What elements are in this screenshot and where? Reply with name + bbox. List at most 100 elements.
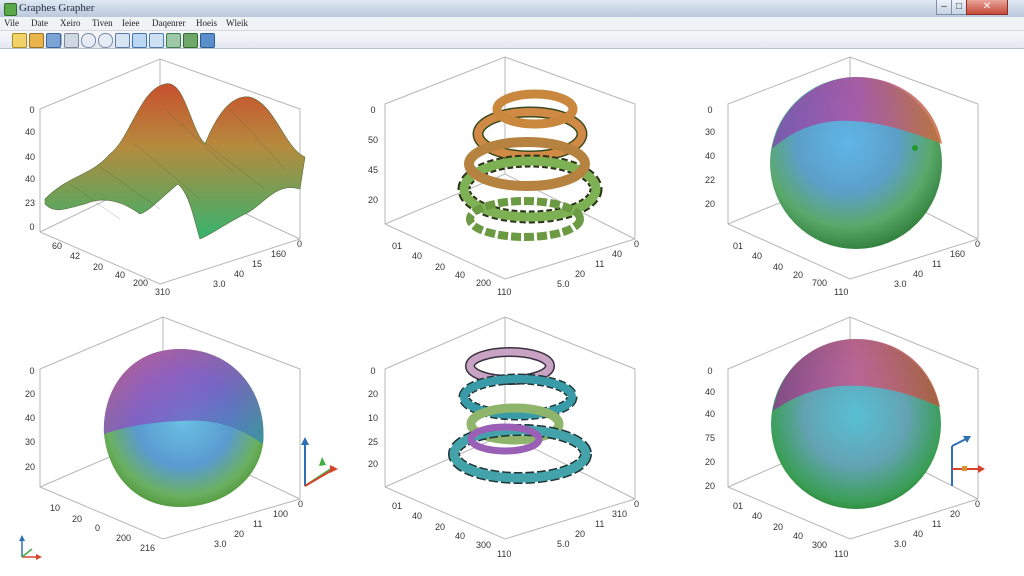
plot4-right-tick: 100 [273,509,288,519]
helix-coils [457,89,603,241]
plot4-right-tick: 3.0 [214,539,227,549]
save-icon[interactable] [46,33,61,48]
plot3-z-tick: 22 [705,175,715,185]
plot1-left-tick: 60 [52,241,62,251]
menu-view[interactable]: Xeiro [60,18,81,28]
plot2-left-tick: 40 [412,251,422,261]
plot2-right-tick: 20 [575,269,585,279]
plot1-right-tick: 0 [297,239,302,249]
plot5-left-tick: 110 [497,549,511,559]
plot5-right-tick: 5.0 [557,539,570,549]
plot1-right-tick: 15 [252,259,262,269]
helix-plot-top[interactable]: 0 50 45 20 01 40 20 40 200 110 0 40 11 2… [368,56,639,297]
plot6-z-tick: 75 [705,433,715,443]
plot5-z-tick: 10 [368,413,378,423]
menu-edit[interactable]: Date [31,18,48,28]
sphere-marker[interactable] [912,145,918,151]
plot1-left-tick: 42 [70,251,80,261]
close-button[interactable]: ✕ [966,0,1008,15]
plot2-right-tick: 0 [634,239,639,249]
plot5-left-tick: 01 [392,501,402,511]
plot1-left-tick: 20 [93,262,103,272]
plot6-right-tick: 20 [950,509,960,519]
title-bar[interactable]: Graphes Grapher – □ ✕ [0,0,1024,18]
plots-canvas[interactable]: 0 40 40 40 23 0 60 42 20 40 200 310 0 16… [0,49,1024,576]
plot5-left-tick: 40 [412,511,422,521]
plot3-z-tick: 40 [705,151,715,161]
rotate-icon[interactable] [132,33,147,48]
toolbar-separator [61,34,62,45]
plot2-left-tick: 01 [392,241,402,251]
axis-triad-icon [301,437,338,487]
menu-tools[interactable]: Hoeis [196,18,217,28]
sphere-plot-top-right[interactable]: 0 30 40 22 20 01 40 40 20 700 110 0 160 … [705,56,980,297]
pointer-tool-icon[interactable] [12,33,27,48]
plot1-z-tick: 40 [25,127,35,137]
zoom-in-icon[interactable] [81,33,96,48]
plot-area[interactable]: 0 40 40 40 23 0 60 42 20 40 200 310 0 16… [0,49,1024,576]
plot6-left-tick: 40 [793,531,803,541]
export-image-icon[interactable] [166,33,181,48]
maximize-button[interactable]: □ [951,0,967,15]
plot1-z-tick: 40 [25,152,35,162]
plot4-z-tick: 20 [25,462,35,472]
peaks-surface [44,83,306,240]
plot1-left-tick: 310 [155,287,170,297]
plot4-left-tick: 0 [95,523,100,533]
menu-bar: Vile Date Xeiro Tiven Ieiee Daqenrer Hoe… [0,17,1024,31]
menu-insert[interactable]: Tiven [92,18,113,28]
plot3-left-tick: 40 [773,262,783,272]
sphere-plot-bottom-right[interactable]: 0 40 40 75 20 20 01 40 20 40 300 110 0 2… [705,316,985,559]
plot5-left-tick: 300 [476,540,491,550]
plot5-z-tick: 20 [368,459,378,469]
helix-coils [448,347,592,484]
print-icon[interactable] [64,33,79,48]
plot4-right-tick: 0 [298,499,303,509]
plot6-left-tick: 40 [752,511,762,521]
plot1-right-tick: 3.0 [213,279,226,289]
plot6-right-tick: 0 [975,499,980,509]
plot3-left-tick: 700 [812,278,827,288]
plot6-z-tick: 0 [707,366,712,376]
plot3-left-tick: 110 [834,287,848,297]
menu-window[interactable]: Wleik [226,18,248,28]
plot3-z-tick: 0 [707,105,712,115]
plot1-z-tick: 23 [25,198,35,208]
menu-format[interactable]: Ieiee [122,18,139,28]
menu-graph[interactable]: Daqenrer [152,18,185,28]
peaks-surface-plot[interactable]: 0 40 40 40 23 0 60 42 20 40 200 310 0 16… [25,58,306,297]
plot2-left-tick: 40 [455,270,465,280]
plot5-right-tick: 0 [634,499,639,509]
zoom-out-icon[interactable] [98,33,113,48]
plot5-right-tick: 20 [575,529,585,539]
plot1-z-tick: 0 [29,105,34,115]
open-folder-icon[interactable] [29,33,44,48]
plot6-right-tick: 11 [932,519,941,529]
plot4-z-tick: 0 [29,366,34,376]
plot1-left-tick: 200 [133,278,148,288]
minimize-button[interactable]: – [936,0,952,15]
menu-file[interactable]: Vile [4,18,19,28]
plot6-right-tick: 40 [913,529,923,539]
view-3d-icon[interactable] [200,33,215,48]
axis-triad-icon [951,436,985,486]
plot2-left-tick: 20 [435,262,445,272]
helix-plot-bottom[interactable]: 0 20 10 25 20 01 40 20 40 300 110 0 310 … [368,316,639,559]
sphere-plot-bottom-left[interactable]: 0 20 40 30 20 10 20 0 200 216 0 100 11 2… [19,316,338,560]
plot5-z-tick: 0 [370,366,375,376]
plot2-right-tick: 11 [595,259,604,269]
plot3-z-tick: 20 [705,199,715,209]
plot5-right-tick: 310 [612,509,627,519]
chart-icon[interactable] [183,33,198,48]
plot3-right-tick: 11 [932,259,941,269]
plot6-z-tick: 40 [705,409,715,419]
plot3-right-tick: 160 [950,249,965,259]
plot2-right-tick: 40 [612,249,622,259]
plot2-z-tick: 0 [370,105,375,115]
plot1-z-tick: 40 [25,174,35,184]
toolbar [0,31,1024,49]
pan-icon[interactable] [115,33,130,48]
plot5-z-tick: 25 [368,437,378,447]
fit-view-icon[interactable] [149,33,164,48]
plot5-z-tick: 20 [368,389,378,399]
